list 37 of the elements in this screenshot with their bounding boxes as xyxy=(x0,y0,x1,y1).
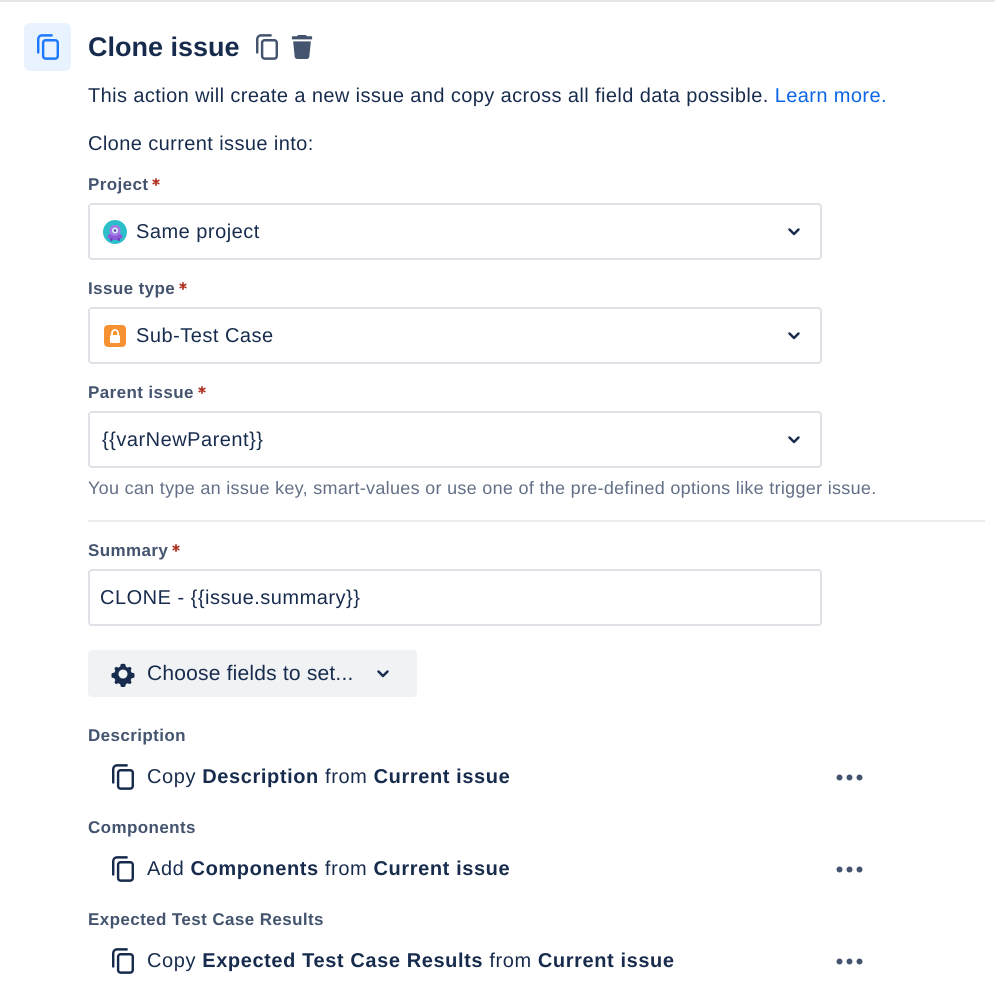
copy-icon xyxy=(112,856,134,882)
duplicate-button[interactable] xyxy=(256,34,278,60)
copy-icon xyxy=(256,34,278,60)
field-action-text: Copy Expected Test Case Results from Current issue xyxy=(147,949,676,974)
input-field[interactable]: CLONE - {{issue.summary}} xyxy=(88,569,822,626)
copy-icon xyxy=(112,948,134,974)
copy-icon xyxy=(24,23,71,71)
field-label: Expected Test Case Results xyxy=(88,910,324,930)
action-title: Clone issue xyxy=(88,31,240,63)
intro-text: This action will create a new issue and copy across all field data possible. Learn more. xyxy=(88,84,887,109)
field-label: Description xyxy=(88,726,186,746)
chevron-down-icon xyxy=(376,670,389,678)
chevron-down-icon xyxy=(788,332,800,340)
more-icon xyxy=(836,866,862,872)
helper-text: You can type an issue key, smart-values or use one of the pre-defined options like trigger issue. xyxy=(88,478,877,498)
learn-more-link[interactable]: Learn more. xyxy=(774,85,887,107)
field-action-text: Add Components from Current issue xyxy=(147,857,512,882)
settings-icon xyxy=(110,660,136,686)
field-label: Project xyxy=(88,175,148,195)
lock-issue-type-icon xyxy=(104,324,126,346)
field-label: Parent issue xyxy=(88,383,194,403)
trash-icon[interactable] xyxy=(290,35,314,59)
dropdown-field[interactable]: Sub-Test Case xyxy=(88,307,822,364)
field-action-text: Copy Description from Current issue xyxy=(147,765,512,790)
chevron-down-icon xyxy=(788,436,800,444)
dropdown-field[interactable]: Same project xyxy=(88,203,822,260)
field-label: Issue type xyxy=(88,279,176,299)
section-heading: Clone current issue into: xyxy=(88,132,314,157)
more-icon xyxy=(836,774,862,780)
chevron-down-icon xyxy=(788,228,800,236)
dropdown-field[interactable]: {{varNewParent}} xyxy=(88,411,822,468)
project-avatar-icon xyxy=(103,220,127,244)
more-icon xyxy=(836,958,862,964)
copy-icon xyxy=(112,764,134,790)
field-label: Components xyxy=(88,818,196,838)
field-label: Summary xyxy=(88,541,168,561)
choose-fields-button[interactable]: Choose fields to set... xyxy=(88,650,417,697)
